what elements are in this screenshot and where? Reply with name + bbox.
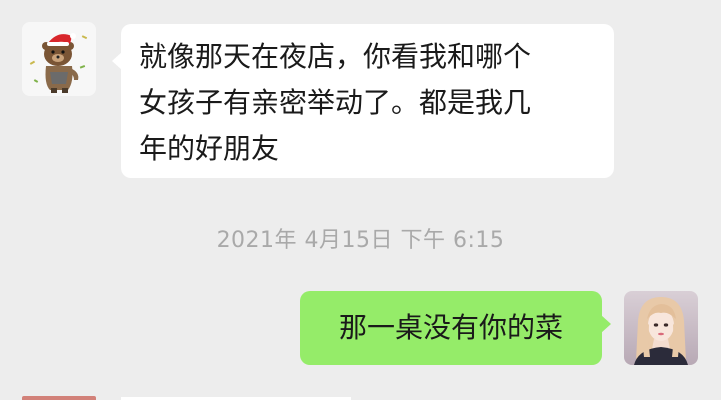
my-avatar-girl[interactable] — [624, 291, 698, 365]
bear-avatar-icon — [22, 22, 96, 96]
next-avatar-peek — [22, 396, 96, 400]
girl-portrait-icon — [624, 291, 698, 365]
contact-avatar-bear[interactable] — [22, 22, 96, 96]
chat-window: 就像那天在夜店，你看我和哪个 女孩子有亲密举动了。都是我几 年的好朋友 2021… — [0, 0, 721, 400]
message-text-line: 那一桌没有你的菜 — [338, 311, 563, 344]
message-text-line: 女孩子有亲密举动了。都是我几 — [139, 86, 532, 119]
message-timestamp: 2021年 4月15日 下午 6:15 — [216, 228, 505, 253]
message-text-line: 就像那天在夜店，你看我和哪个 — [139, 40, 532, 73]
message-text-line: 年的好朋友 — [139, 132, 280, 165]
message-bubble-outgoing[interactable]: 那一桌没有你的菜 — [300, 291, 611, 365]
message-bubble-incoming[interactable]: 就像那天在夜店，你看我和哪个 女孩子有亲密举动了。都是我几 年的好朋友 — [112, 24, 614, 178]
